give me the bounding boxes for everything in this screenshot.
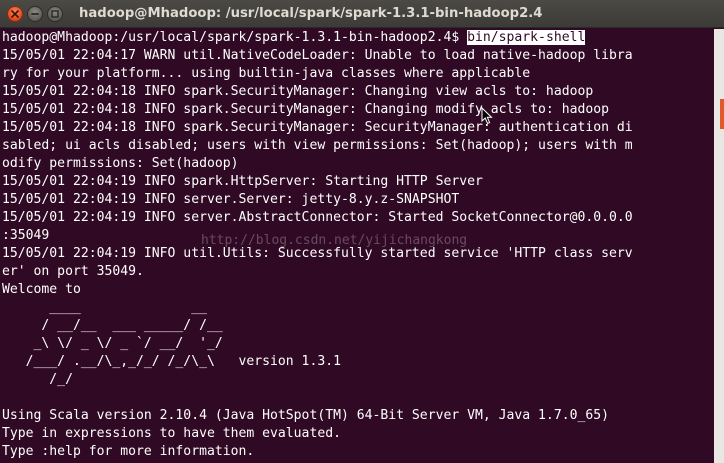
output-line: Welcome to [2, 282, 81, 297]
selected-command[interactable]: bin/spark-shell [467, 30, 586, 45]
minimize-button[interactable] [27, 6, 43, 22]
close-icon [11, 10, 19, 18]
window-title: hadoop@Mhadoop: /usr/local/spark/spark-1… [79, 6, 543, 21]
output-line: 15/05/01 22:04:17 WARN util.NativeCodeLo… [2, 48, 633, 63]
watermark-text: http://blog.csdn.net/yijichangkong [201, 233, 468, 248]
output-line: 15/05/01 22:04:19 INFO spark.HttpServer:… [2, 174, 483, 189]
output-line: /___/ .__/\_,_/_/ /_/\_\ version 1.3.1 [2, 354, 341, 369]
output-line: 15/05/01 22:04:19 INFO server.AbstractCo… [2, 210, 633, 225]
output-line: ____ __ [2, 300, 207, 315]
prompt-line: hadoop@Mhadoop:/usr/local/spark/spark-1.… [2, 29, 714, 47]
output-line: er' on port 35049. [2, 264, 144, 279]
scrollbar[interactable] [714, 29, 724, 463]
output-line: /_/ [2, 372, 73, 387]
output-line: ry for your platform... using builtin-ja… [2, 66, 531, 81]
output-line: Type in expressions to have them evaluat… [2, 426, 341, 441]
output-line: 15/05/01 22:04:18 INFO spark.SecurityMan… [2, 84, 594, 99]
close-button[interactable] [7, 6, 23, 22]
shell-prompt: hadoop@Mhadoop:/usr/local/spark/spark-1.… [2, 30, 468, 45]
title-bar[interactable]: hadoop@Mhadoop: /usr/local/spark/spark-1… [0, 0, 724, 28]
output-line: Type :help for more information. [2, 444, 255, 459]
output-line: sabled; ui acls disabled; users with vie… [2, 138, 633, 153]
output-line: 15/05/01 22:04:19 INFO server.Server: je… [2, 192, 460, 207]
output-line: 15/05/01 22:04:18 INFO spark.SecurityMan… [2, 120, 633, 135]
output-line: / __/__ ___ _____/ /__ [2, 318, 223, 333]
output-lines: 15/05/01 22:04:17 WARN util.NativeCodeLo… [2, 47, 714, 461]
output-line: Using Scala version 2.10.4 (Java HotSpot… [2, 408, 609, 423]
mouse-cursor-icon [481, 107, 493, 125]
output-line: _\ \/ _ \/ _ `/ __/ '_/ [2, 336, 223, 351]
output-line: 15/05/01 22:04:18 INFO spark.SecurityMan… [2, 102, 609, 117]
maximize-icon [51, 10, 59, 18]
scrollbar-thumb[interactable] [720, 99, 724, 129]
terminal-window: hadoop@Mhadoop: /usr/local/spark/spark-1… [0, 0, 724, 463]
output-line: odify permissions: Set(hadoop) [2, 156, 239, 171]
maximize-button[interactable] [47, 6, 63, 22]
window-controls [7, 6, 63, 22]
minimize-icon [31, 13, 39, 15]
